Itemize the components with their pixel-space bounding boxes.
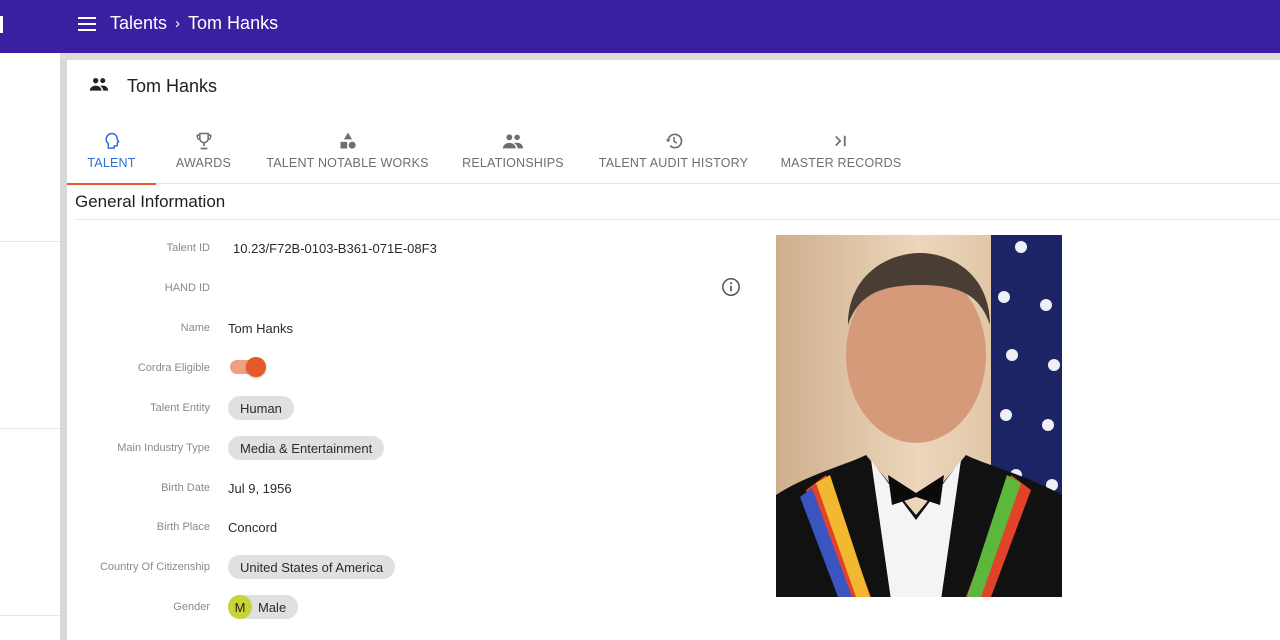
- talent-photo: [776, 235, 1062, 597]
- tab-label: TALENT NOTABLE WORKS: [266, 156, 429, 170]
- breadcrumb: Talents › Tom Hanks: [110, 13, 278, 34]
- tab-label: TALENT: [87, 156, 136, 170]
- tab-label: AWARDS: [175, 156, 232, 170]
- section-divider: [75, 219, 1280, 220]
- gender-avatar: M: [228, 595, 252, 619]
- info-icon[interactable]: [721, 277, 741, 297]
- skip-next-icon: [832, 130, 850, 152]
- field-label: Birth Place: [156, 521, 210, 533]
- field-label: Cordra Eligible: [137, 362, 210, 374]
- sidebar-divider: [0, 428, 60, 429]
- people-icon: [502, 130, 524, 152]
- field-name: Name Tom Hanks: [67, 316, 293, 340]
- breadcrumb-current: Tom Hanks: [188, 13, 279, 33]
- field-label: HAND ID: [164, 282, 210, 294]
- field-cordra-eligible: Cordra Eligible: [67, 356, 266, 380]
- field-country-of-citizenship: Country Of Citizenship United States of …: [67, 555, 396, 579]
- country-of-citizenship-chip: United States of America: [228, 555, 396, 579]
- field-talent-id: Talent ID 10.23/F72B-0103-B361-071E-08F3: [67, 236, 437, 260]
- tab-label: TALENT AUDIT HISTORY: [598, 156, 749, 170]
- field-hand-id: HAND ID: [67, 276, 228, 300]
- head-profile-icon: [102, 130, 122, 152]
- field-talent-entity: Talent Entity Human: [67, 396, 294, 420]
- field-label: Gender: [173, 601, 210, 613]
- tab-relationships[interactable]: RELATIONSHIPS: [444, 124, 582, 184]
- sidebar-gutter: [60, 53, 67, 640]
- field-label: Country Of Citizenship: [99, 561, 210, 573]
- portrait-image: [776, 235, 1062, 597]
- toggle-thumb: [246, 356, 266, 377]
- sidebar-divider: [0, 615, 60, 616]
- header-shadow: [60, 53, 1280, 60]
- field-label: Name: [180, 322, 210, 334]
- field-label: Talent ID: [166, 242, 210, 254]
- tab-talent-notable-works[interactable]: TALENT NOTABLE WORKS: [251, 124, 444, 184]
- sidebar: [0, 53, 60, 640]
- birth-place-value: Concord: [228, 519, 278, 535]
- shapes-icon: [338, 130, 358, 152]
- sidebar-divider: [0, 241, 60, 242]
- tab-label: RELATIONSHIPS: [462, 156, 564, 170]
- talent-entity-chip: Human: [228, 396, 294, 420]
- page-header: Tom Hanks: [89, 76, 217, 97]
- app-header: Talents › Tom Hanks: [0, 0, 1280, 53]
- talent-id-value: 10.23/F72B-0103-B361-071E-08F3: [233, 240, 437, 256]
- chevron-right-icon: ›: [175, 15, 181, 32]
- tab-master-records[interactable]: MASTER RECORDS: [765, 124, 917, 184]
- trophy-icon: [194, 130, 214, 152]
- gender-chip: M Male: [228, 595, 299, 619]
- tab-bar: TALENT AWARDS TALENT NOTABLE WORKS RELAT…: [67, 124, 1280, 185]
- field-label: Main Industry Type: [117, 442, 210, 454]
- field-birth-date: Birth Date Jul 9, 1956: [67, 476, 292, 500]
- breadcrumb-talents[interactable]: Talents: [110, 13, 167, 34]
- field-birth-place: Birth Place Concord: [67, 515, 277, 539]
- tab-label: MASTER RECORDS: [780, 156, 902, 170]
- field-label: Birth Date: [161, 482, 210, 494]
- name-value: Tom Hanks: [228, 320, 294, 336]
- talent-detail-panel: Tom Hanks TALENT AWARDS TALENT NOTABLE W…: [67, 60, 1280, 640]
- tab-talent-audit-history[interactable]: TALENT AUDIT HISTORY: [582, 124, 765, 184]
- main-industry-type-chip: Media & Entertainment: [228, 436, 385, 460]
- section-title: General Information: [75, 192, 226, 211]
- cordra-eligible-value: [230, 356, 266, 377]
- tab-awards[interactable]: AWARDS: [156, 124, 251, 184]
- sidebar-edge-mark: [0, 16, 3, 33]
- history-icon: [664, 130, 684, 152]
- tab-talent[interactable]: TALENT: [67, 124, 156, 185]
- page-title: Tom Hanks: [127, 76, 218, 96]
- field-gender: Gender M Male: [67, 595, 299, 619]
- people-icon: [89, 77, 109, 96]
- hamburger-menu-icon[interactable]: [78, 17, 96, 31]
- gender-value: Male: [258, 599, 287, 615]
- field-label: Talent Entity: [150, 402, 210, 414]
- field-main-industry-type: Main Industry Type Media & Entertainment: [67, 436, 385, 460]
- birth-date-value: Jul 9, 1956: [228, 480, 292, 496]
- cordra-eligible-toggle[interactable]: [230, 356, 266, 377]
